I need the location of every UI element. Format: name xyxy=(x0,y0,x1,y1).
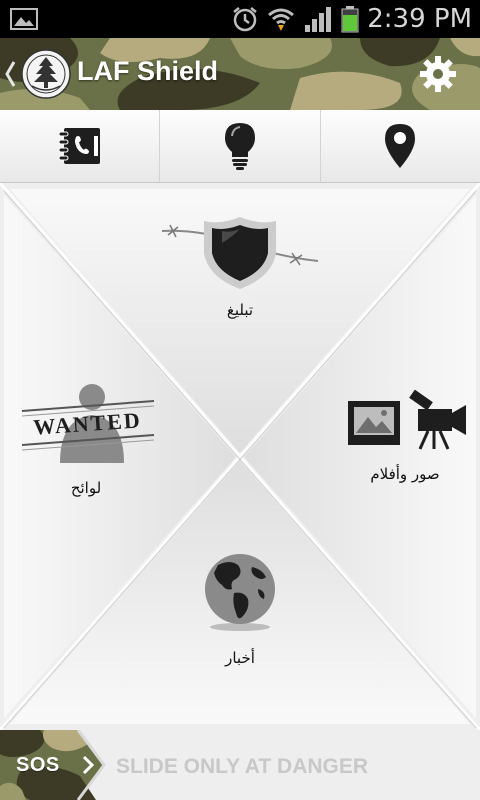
tile-news-label: أخبار xyxy=(225,649,255,667)
toolbar xyxy=(0,110,480,183)
back-chevron-icon[interactable] xyxy=(3,58,17,90)
gear-icon[interactable] xyxy=(418,54,458,94)
app-title: LAF Shield xyxy=(77,56,218,86)
tile-news[interactable]: أخبار xyxy=(190,551,290,667)
tab-location[interactable] xyxy=(321,110,480,182)
camouflage-background xyxy=(0,38,480,110)
tile-report[interactable]: تبليغ xyxy=(160,211,320,319)
alarm-icon xyxy=(233,7,258,32)
tab-contacts[interactable] xyxy=(0,110,161,182)
status-bar: 2:39 PM xyxy=(0,0,480,38)
globe-icon xyxy=(205,554,275,631)
wifi-icon xyxy=(268,8,295,31)
tile-media[interactable]: صور وأفلام xyxy=(340,389,470,483)
sos-slide-bar[interactable]: SOS SLIDE ONLY AT DANGER xyxy=(0,730,480,800)
app-bar: LAF Shield xyxy=(0,38,480,110)
tab-tips[interactable] xyxy=(160,110,321,182)
tile-media-label: صور وأفلام xyxy=(370,465,440,483)
battery-icon xyxy=(341,6,359,33)
main-menu: تبليغ WANTED لوائح صور وأفلام أخبار xyxy=(0,183,480,730)
slide-hint-text: SLIDE ONLY AT DANGER xyxy=(116,755,369,778)
wanted-stamp-text: WANTED xyxy=(32,407,142,440)
signal-icon xyxy=(305,7,332,32)
map-pin-icon xyxy=(385,124,416,168)
status-time: 2:39 PM xyxy=(367,4,472,34)
sos-handle-label: SOS xyxy=(16,754,60,776)
cedar-logo-icon[interactable] xyxy=(20,48,72,100)
photo-video-camera-icon xyxy=(348,389,466,450)
tile-report-label: تبليغ xyxy=(226,301,254,319)
lightbulb-icon xyxy=(224,123,255,170)
wanted-person-icon: WANTED xyxy=(21,384,155,463)
tile-wanted[interactable]: WANTED لوائح xyxy=(20,383,156,497)
tile-wanted-label: لوائح xyxy=(70,479,102,497)
phone-book-icon xyxy=(58,128,100,164)
shield-barbed-wire-icon xyxy=(161,217,319,289)
image-notification-icon xyxy=(10,8,38,30)
